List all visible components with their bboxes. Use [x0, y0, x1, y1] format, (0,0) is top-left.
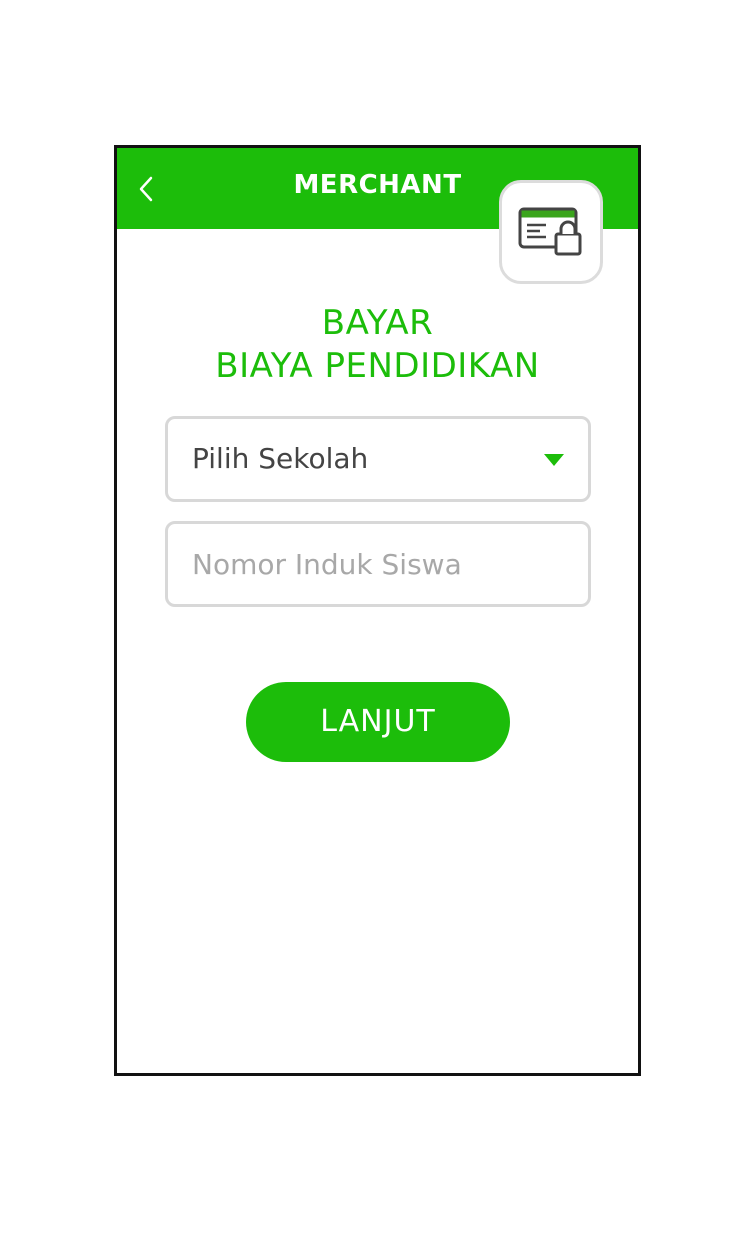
phone-screen: MERCHANT BAYAR BIAYA PENDIDIKAN Pilih Se… — [114, 145, 641, 1076]
school-select[interactable]: Pilih Sekolah — [165, 416, 591, 502]
student-id-field[interactable] — [165, 521, 591, 607]
page-title-line-1: BAYAR — [321, 303, 434, 343]
caret-down-icon — [544, 454, 564, 466]
school-select-value: Pilih Sekolah — [192, 442, 369, 475]
secure-payment-button[interactable] — [499, 180, 603, 284]
page-title: BAYAR BIAYA PENDIDIKAN — [117, 302, 638, 388]
page-title-line-2: BIAYA PENDIDIKAN — [215, 346, 540, 386]
continue-button[interactable]: LANJUT — [246, 682, 510, 762]
secure-card-lock-icon — [518, 207, 582, 256]
student-id-input[interactable] — [192, 524, 562, 604]
